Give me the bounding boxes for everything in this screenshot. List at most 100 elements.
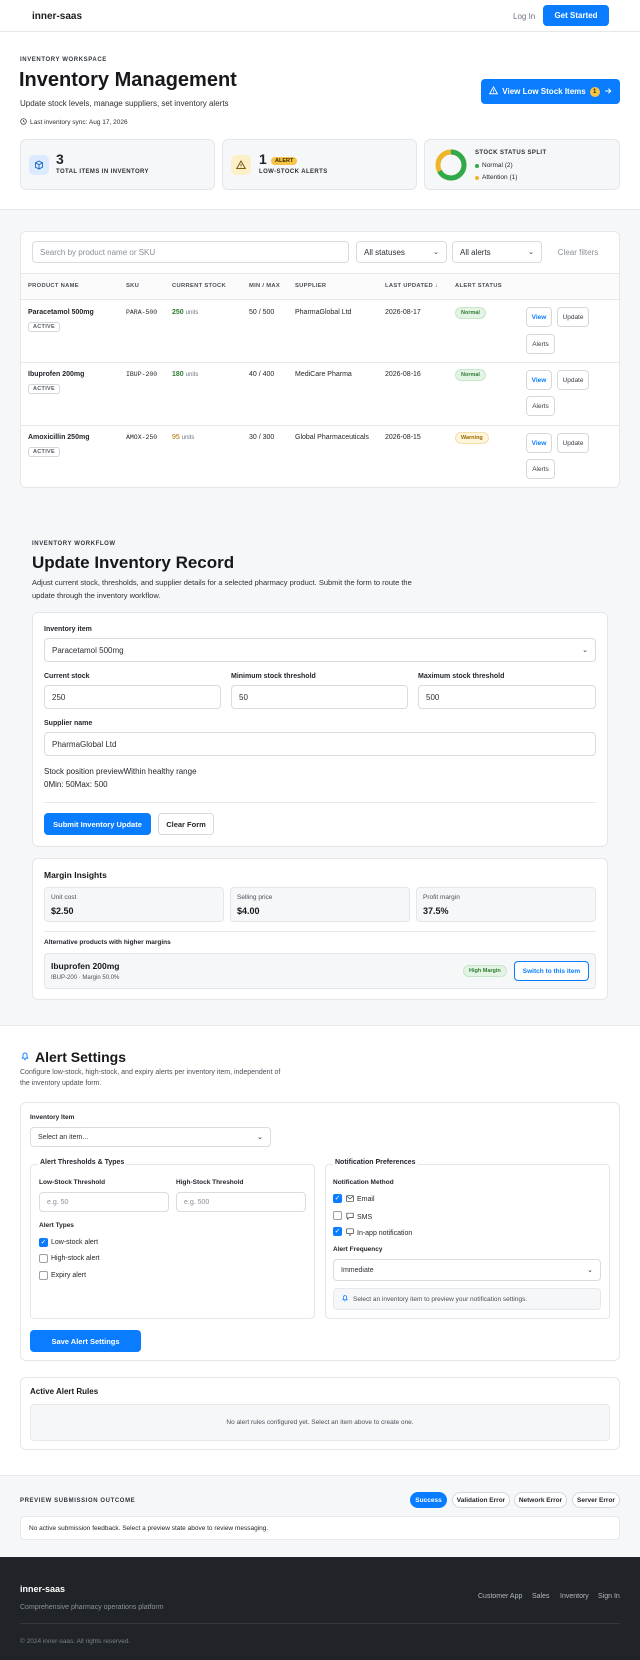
clear-filters-button[interactable]: Clear filters	[548, 241, 608, 263]
col-sku[interactable]: SKU	[126, 283, 139, 289]
frequency-select[interactable]: Immediate ⌄	[333, 1259, 601, 1281]
view-low-stock-button[interactable]: View Low Stock Items 1	[481, 79, 620, 104]
switch-item-button[interactable]: Switch to this item	[514, 961, 589, 981]
top-nav: inner-saas Log In Get Started	[0, 0, 640, 32]
monitor-icon	[346, 1228, 354, 1238]
row3-supplier: Global Pharmaceuticals	[295, 434, 369, 441]
footer-link-customer-app[interactable]: Customer App	[478, 1593, 522, 1600]
col-current-stock[interactable]: CURRENT STOCK	[172, 283, 226, 289]
row2-active-badge: ACTIVE	[28, 384, 60, 394]
row3-update-button[interactable]: Update	[557, 433, 589, 453]
tab-network-error[interactable]: Network Error	[514, 1492, 567, 1508]
min-threshold-input[interactable]: 50	[231, 685, 408, 709]
brand-logo[interactable]: inner-saas	[32, 11, 82, 22]
box-icon	[29, 155, 49, 175]
row2-min-max: 40 / 400	[249, 371, 275, 378]
supplier-input[interactable]: PharmaGlobal Ltd	[44, 732, 596, 756]
row2-update-button[interactable]: Update	[557, 370, 589, 390]
high-stock-checkbox[interactable]	[39, 1254, 48, 1263]
margin-title: Margin Insights	[44, 870, 107, 880]
row3-product-name: Amoxicillin 250mg	[28, 434, 90, 441]
low-stock-checkbox-label: Low-stock alert	[51, 1239, 99, 1246]
col-last-updated[interactable]: LAST UPDATED ↓	[385, 283, 438, 289]
inventory-item-select[interactable]: Paracetamol 500mg ⌄	[44, 638, 596, 662]
row1-update-button[interactable]: Update	[557, 307, 589, 327]
low-threshold-input[interactable]: e.g. 50	[39, 1192, 169, 1212]
alert-desc-2: the inventory update form.	[20, 1080, 102, 1087]
unit-cost-metric: Unit cost $2.50	[44, 887, 224, 922]
active-rules-title: Active Alert Rules	[30, 1387, 99, 1396]
chat-icon	[346, 1212, 354, 1222]
chevron-down-icon: ⌄	[257, 1134, 263, 1141]
arrow-right-icon	[604, 87, 612, 97]
col-supplier[interactable]: SUPPLIER	[295, 283, 326, 289]
col-product-name[interactable]: PRODUCT NAME	[28, 283, 79, 289]
low-stock-value: 1	[259, 151, 267, 167]
supplier-label: Supplier name	[44, 720, 93, 727]
row3-updated: 2026-08-15	[385, 434, 421, 441]
row2-view-button[interactable]: View	[526, 370, 552, 390]
stock-preview-line-2: 0Min: 50Max: 500	[44, 780, 108, 789]
workflow-desc-2: update through the inventory workflow.	[32, 591, 161, 600]
footer: inner-saas Comprehensive pharmacy operat…	[0, 1557, 640, 1660]
warning-icon	[231, 155, 251, 175]
footer-link-sales[interactable]: Sales	[532, 1593, 550, 1600]
footer-link-inventory[interactable]: Inventory	[560, 1593, 589, 1600]
tab-success[interactable]: Success	[410, 1492, 447, 1508]
row1-stock: 250 units	[172, 309, 199, 316]
footer-copyright: © 2024 inner-saas. All rights reserved.	[20, 1638, 131, 1645]
row1-active-badge: ACTIVE	[28, 322, 60, 332]
col-alert-status[interactable]: ALERT STATUS	[455, 283, 502, 289]
form-divider	[44, 802, 596, 803]
footer-brand[interactable]: inner-saas	[20, 1584, 65, 1594]
footer-divider	[20, 1623, 620, 1624]
email-option: Email	[346, 1195, 375, 1204]
status-donut-chart	[435, 149, 467, 181]
submit-inventory-button[interactable]: Submit Inventory Update	[44, 813, 151, 835]
low-stock-count-badge: 1	[589, 86, 600, 97]
min-threshold-label: Minimum stock threshold	[231, 673, 316, 680]
low-stock-checkbox[interactable]: ✓	[39, 1238, 48, 1247]
email-checkbox[interactable]: ✓	[333, 1194, 342, 1203]
col-min-max[interactable]: MIN / MAX	[249, 283, 280, 289]
current-stock-input[interactable]: 250	[44, 685, 221, 709]
stock-preview-line-1: Stock position previewWithin healthy ran…	[44, 767, 197, 776]
low-stock-label: LOW-STOCK ALERTS	[259, 169, 328, 175]
save-alert-settings-button[interactable]: Save Alert Settings	[30, 1330, 141, 1352]
tab-server-error[interactable]: Server Error	[572, 1492, 620, 1508]
margin-divider	[44, 931, 596, 932]
chevron-down-icon: ⌄	[587, 1267, 593, 1274]
selling-price-metric: Selling price $4.00	[230, 887, 410, 922]
alert-types-label: Alert Types	[39, 1222, 74, 1229]
row1-sku: PARA-500	[126, 309, 158, 316]
row2-supplier: MediCare Pharma	[295, 371, 352, 378]
footer-link-sign-in[interactable]: Sign In	[598, 1593, 620, 1600]
page-title: Inventory Management	[19, 69, 237, 91]
alt-products-title: Alternative products with higher margins	[44, 939, 171, 946]
clear-form-button[interactable]: Clear Form	[158, 813, 214, 835]
get-started-button[interactable]: Get Started	[543, 5, 609, 26]
legend-normal: Normal (2)	[475, 162, 513, 169]
row3-alerts-button[interactable]: Alerts	[526, 459, 555, 479]
search-input[interactable]: Search by product name or SKU	[32, 241, 349, 263]
inapp-checkbox[interactable]: ✓	[333, 1227, 342, 1236]
workspace-eyebrow: INVENTORY WORKSPACE	[20, 57, 107, 63]
status-filter-select[interactable]: All statuses ⌄	[356, 241, 447, 263]
row1-alerts-button[interactable]: Alerts	[526, 334, 555, 354]
row2-alerts-button[interactable]: Alerts	[526, 396, 555, 416]
row3-view-button[interactable]: View	[526, 433, 552, 453]
expiry-checkbox[interactable]	[39, 1271, 48, 1280]
row3-active-badge: ACTIVE	[28, 447, 60, 457]
max-threshold-input[interactable]: 500	[418, 685, 596, 709]
high-stock-checkbox-label: High-stock alert	[51, 1255, 100, 1262]
tab-validation-error[interactable]: Validation Error	[452, 1492, 510, 1508]
row1-view-button[interactable]: View	[526, 307, 552, 327]
alert-filter-select[interactable]: All alerts ⌄	[452, 241, 542, 263]
row1-updated: 2026-08-17	[385, 309, 421, 316]
row2-stock: 180 units	[172, 371, 199, 378]
login-link[interactable]: Log In	[513, 12, 535, 21]
inventory-item-label: Inventory item	[44, 626, 92, 633]
high-threshold-input[interactable]: e.g. 500	[176, 1192, 306, 1212]
sms-checkbox[interactable]	[333, 1211, 342, 1220]
alert-item-select[interactable]: Select an item... ⌄	[30, 1127, 271, 1147]
